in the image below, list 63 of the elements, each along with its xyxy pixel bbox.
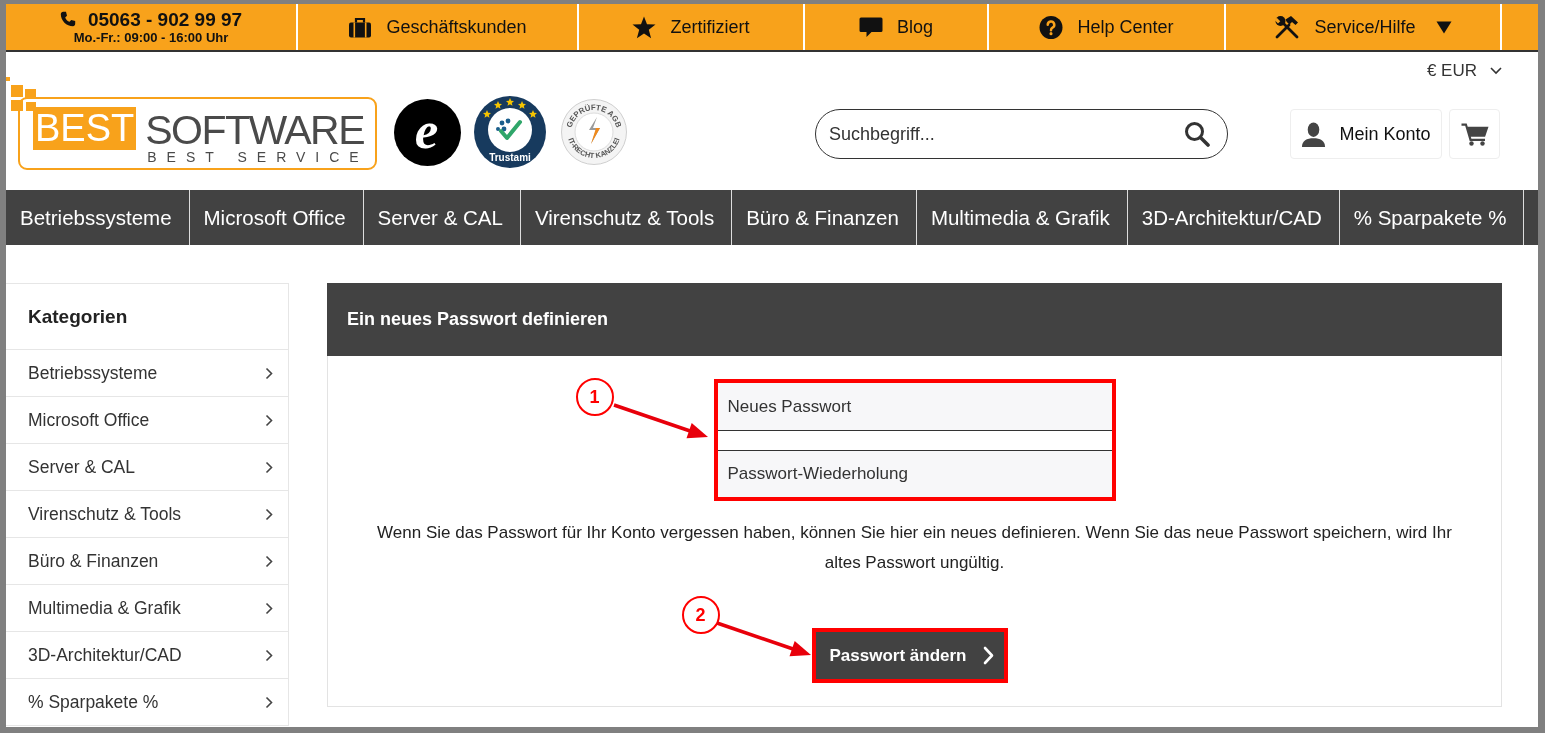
topbar-link[interactable]: Help Center [987, 4, 1224, 50]
user-icon [1301, 121, 1327, 147]
nav-item[interactable]: Multimedia & Grafik [916, 190, 1128, 245]
cart-icon [1460, 122, 1489, 146]
chevron-right-icon [265, 366, 273, 380]
letter-badge[interactable]: e [394, 99, 461, 166]
phone-number[interactable]: 05063 - 902 99 97 [87, 8, 243, 30]
rating-badge[interactable]: Trustami [474, 96, 546, 168]
sidebar-item[interactable]: Server & CAL [6, 444, 288, 491]
briefcase-icon [348, 15, 373, 39]
nav-item[interactable]: Virenschutz & Tools [520, 190, 733, 245]
nav-item[interactable]: Server & CAL [363, 190, 521, 245]
chevron-right-icon [265, 413, 273, 427]
chevron-right-icon [982, 646, 994, 665]
star-icon [632, 15, 657, 39]
account-button[interactable]: Mein Konto [1290, 109, 1442, 159]
sidebar-item[interactable]: Büro & Finanzen [6, 538, 288, 585]
logo-name-text: SOFTWARE [145, 110, 366, 150]
sidebar-item[interactable]: Microsoft Office [6, 397, 288, 444]
sidebar-item[interactable]: Multimedia & Grafik [6, 585, 288, 632]
help-icon [1039, 15, 1064, 39]
tools-icon [1274, 15, 1301, 39]
nav-item[interactable]: % Sparpakete % [1339, 190, 1525, 245]
topbar-link[interactable]: Blog [803, 4, 987, 50]
chevron-right-icon [265, 648, 273, 662]
topbar-link[interactable]: Geschäftskunden [296, 4, 577, 50]
password-field[interactable]: Neues Passwort [717, 383, 1112, 431]
nav-item[interactable]: Microsoft Office [189, 190, 364, 245]
topbar-link[interactable]: Service/Hilfe [1224, 4, 1500, 50]
chevron-right-icon [265, 601, 273, 615]
pixel-squares-icon [6, 77, 38, 111]
panel-title: Ein neues Passwort definieren [347, 309, 609, 330]
info-text: Wenn Sie das Passwort für Ihr Konto vergessen haben, können Sie hier ein neues definieren. Wenn Sie das neue Passwort speichern, wird Ihr altes Passwort ungültig. [376, 522, 1453, 574]
logo-mark-text: BEST [33, 107, 137, 150]
sidebar-item[interactable]: Virenschutz & Tools [6, 491, 288, 538]
phone-icon [59, 11, 76, 27]
topbar-link[interactable]: Zertifiziert [577, 4, 803, 50]
logo-tagline: BEST SERVICE [147, 150, 369, 164]
sidebar-item[interactable]: 3D-Architektur/CAD [6, 632, 288, 679]
search-field[interactable]: Suchbegriff... [815, 109, 1228, 159]
sidebar-item[interactable]: Betriebssysteme [6, 350, 288, 397]
sidebar-title: Kategorien [6, 284, 288, 350]
chevron-right-icon [265, 507, 273, 521]
badge-text: Trustami [489, 152, 531, 163]
sidebar-item[interactable]: % Sparpakete % [6, 679, 288, 726]
chevron-right-icon [265, 695, 273, 709]
chat-bubble-icon [859, 15, 883, 39]
nav-item[interactable]: Büro & Finanzen [732, 190, 917, 245]
badge-letter: e [414, 101, 439, 161]
currency-selector[interactable]: € EUR [1426, 61, 1502, 81]
logo[interactable]: BEST SOFTWARE BEST SERVICE [18, 97, 377, 170]
nav-item[interactable]: 3D-Architektur/CAD [1127, 190, 1340, 245]
step-marker: 2 [681, 596, 720, 634]
opening-hours: Mo.-Fr.: 09:00 - 16:00 Uhr [73, 29, 229, 46]
chevron-right-icon [265, 554, 273, 568]
cart-button[interactable] [1449, 109, 1500, 159]
step-marker: 1 [575, 378, 614, 416]
submit-button[interactable]: Passwort ändern [815, 632, 1004, 679]
password-field[interactable]: Passwort-Wiederholung [717, 450, 1112, 497]
chevron-right-icon [265, 460, 273, 474]
chevron-down-icon [1490, 67, 1502, 75]
search-icon[interactable] [1184, 121, 1210, 147]
nav-item[interactable]: Betriebssysteme [6, 190, 190, 245]
